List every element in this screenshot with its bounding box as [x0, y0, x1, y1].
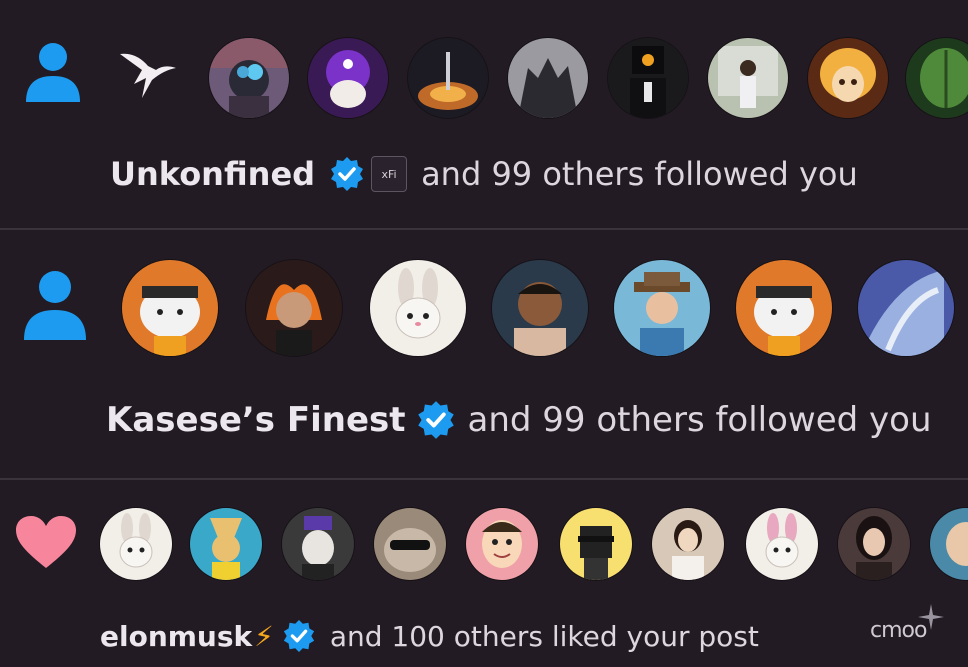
avatar-9[interactable]	[838, 508, 910, 580]
notification-like[interactable]: elonmusk ⚡ and 100 others liked your pos…	[0, 480, 968, 667]
notification-text: Kasese’s Finest and 99 others followed y…	[106, 390, 932, 450]
avatar-4[interactable]	[408, 38, 488, 118]
avatar-1[interactable]	[122, 260, 218, 356]
sparkle-icon	[918, 604, 944, 630]
notification-rest-text: and 99 others followed you	[421, 155, 858, 193]
verified-badge-icon	[283, 619, 314, 653]
avatar-5[interactable]	[508, 38, 588, 118]
avatar-7[interactable]	[858, 260, 954, 356]
avatar-3[interactable]	[282, 508, 354, 580]
user-name[interactable]: Unkonfined	[110, 155, 315, 193]
lightning-emoji: ⚡	[254, 619, 274, 653]
avatar-2[interactable]	[246, 260, 342, 356]
heart-icon	[16, 516, 76, 568]
avatar-7[interactable]	[708, 38, 788, 118]
bird-icon	[120, 53, 176, 98]
affiliate-badge[interactable]: xFi	[371, 156, 408, 192]
avatar-3[interactable]	[370, 260, 466, 356]
notification-follow-2[interactable]: Kasese’s Finest and 99 others followed y…	[0, 230, 968, 478]
avatar-2[interactable]	[209, 38, 289, 118]
notification-rest-text: and 100 others liked your post	[329, 619, 759, 653]
person-icon	[26, 43, 80, 102]
avatar-2[interactable]	[190, 508, 262, 580]
avatar-5[interactable]	[466, 508, 538, 580]
avatar-5[interactable]	[614, 260, 710, 356]
user-name[interactable]: elonmusk	[100, 620, 252, 653]
notification-rest-text: and 99 others followed you	[467, 400, 932, 440]
avatar-8[interactable]	[808, 38, 888, 118]
avatar-4[interactable]	[374, 508, 446, 580]
avatar-8[interactable]	[746, 508, 818, 580]
verified-badge-icon	[331, 157, 364, 191]
avatar-bird[interactable]	[112, 40, 178, 106]
notification-text: elonmusk ⚡ and 100 others liked your pos…	[100, 610, 759, 662]
person-icon	[24, 271, 86, 340]
avatar-1[interactable]	[100, 508, 172, 580]
notification-text: Unkonfined xFi and 99 others followed yo…	[110, 146, 858, 202]
avatar-7[interactable]	[652, 508, 724, 580]
avatar-4[interactable]	[492, 260, 588, 356]
avatar-6[interactable]	[560, 508, 632, 580]
avatar-3[interactable]	[308, 38, 388, 118]
avatar-6[interactable]	[608, 38, 688, 118]
user-name[interactable]: Kasese’s Finest	[106, 400, 406, 440]
avatar-9[interactable]	[906, 38, 968, 118]
avatar-6[interactable]	[736, 260, 832, 356]
verified-badge-icon	[417, 401, 454, 439]
avatar-10[interactable]	[930, 508, 968, 580]
notification-follow-1[interactable]: Unkonfined xFi and 99 others followed yo…	[0, 0, 968, 228]
